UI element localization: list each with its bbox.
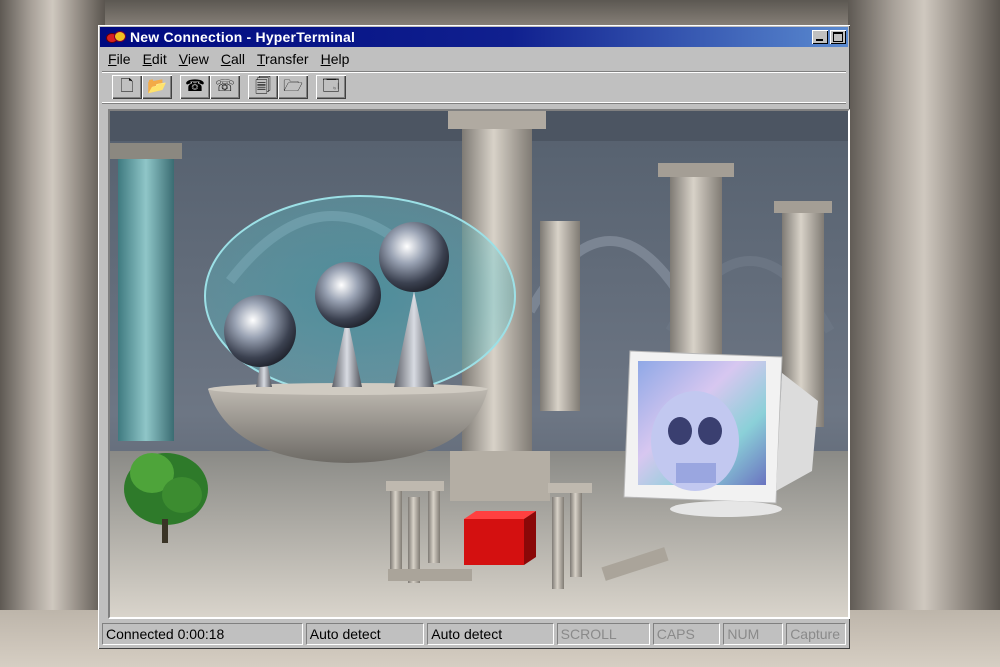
connect-button[interactable]: ☎ — [180, 75, 210, 99]
title-bar[interactable]: New Connection - HyperTerminal — [100, 27, 848, 47]
status-caps: CAPS — [652, 623, 721, 645]
menu-call[interactable]: Call — [215, 51, 251, 67]
properties-icon: 🗔 — [322, 78, 340, 95]
rendered-scene — [110, 111, 848, 617]
open-icon: 📂 — [147, 78, 167, 95]
menu-help[interactable]: Help — [315, 51, 356, 67]
hyperterminal-icon[interactable] — [106, 29, 126, 45]
status-connection-time: Connected 0:00:18 — [102, 623, 303, 645]
window-title: New Connection - HyperTerminal — [130, 29, 356, 45]
background-pillar-right — [848, 0, 1000, 667]
status-emulation: Auto detect — [305, 623, 425, 645]
hyperterminal-window: New Connection - HyperTerminal File Edit… — [98, 25, 850, 649]
receive-icon: 🗁 — [283, 78, 303, 95]
send-icon: 🗐 — [255, 78, 271, 95]
send-button[interactable]: 🗐 — [248, 75, 278, 99]
status-port-settings: Auto detect — [427, 623, 554, 645]
status-capture: Capture — [786, 623, 846, 645]
new-icon: 🗋 — [120, 78, 134, 95]
status-scroll: SCROLL — [556, 623, 650, 645]
open-button[interactable]: 📂 — [142, 75, 172, 99]
background-pillar-left — [0, 0, 105, 667]
maximize-button[interactable] — [830, 30, 846, 44]
menu-view[interactable]: View — [173, 51, 215, 67]
menu-bar: File Edit View Call Transfer Help — [102, 49, 355, 69]
disconnect-button[interactable]: ☏ — [210, 75, 240, 99]
menu-edit[interactable]: Edit — [137, 51, 173, 67]
disconnect-icon: ☏ — [214, 78, 235, 95]
menu-file[interactable]: File — [102, 51, 137, 67]
properties-button[interactable]: 🗔 — [316, 75, 346, 99]
status-num: NUM — [723, 623, 784, 645]
terminal-area[interactable] — [108, 109, 850, 619]
status-bar: Connected 0:00:18 Auto detect Auto detec… — [102, 623, 846, 645]
toolbar: 🗋 📂 ☎ ☏ 🗐 🗁 🗔 — [102, 71, 846, 103]
minimize-button[interactable] — [812, 30, 828, 44]
connect-icon: ☎ — [185, 78, 205, 95]
receive-button[interactable]: 🗁 — [278, 75, 308, 99]
new-button[interactable]: 🗋 — [112, 75, 142, 99]
menu-transfer[interactable]: Transfer — [251, 51, 315, 67]
